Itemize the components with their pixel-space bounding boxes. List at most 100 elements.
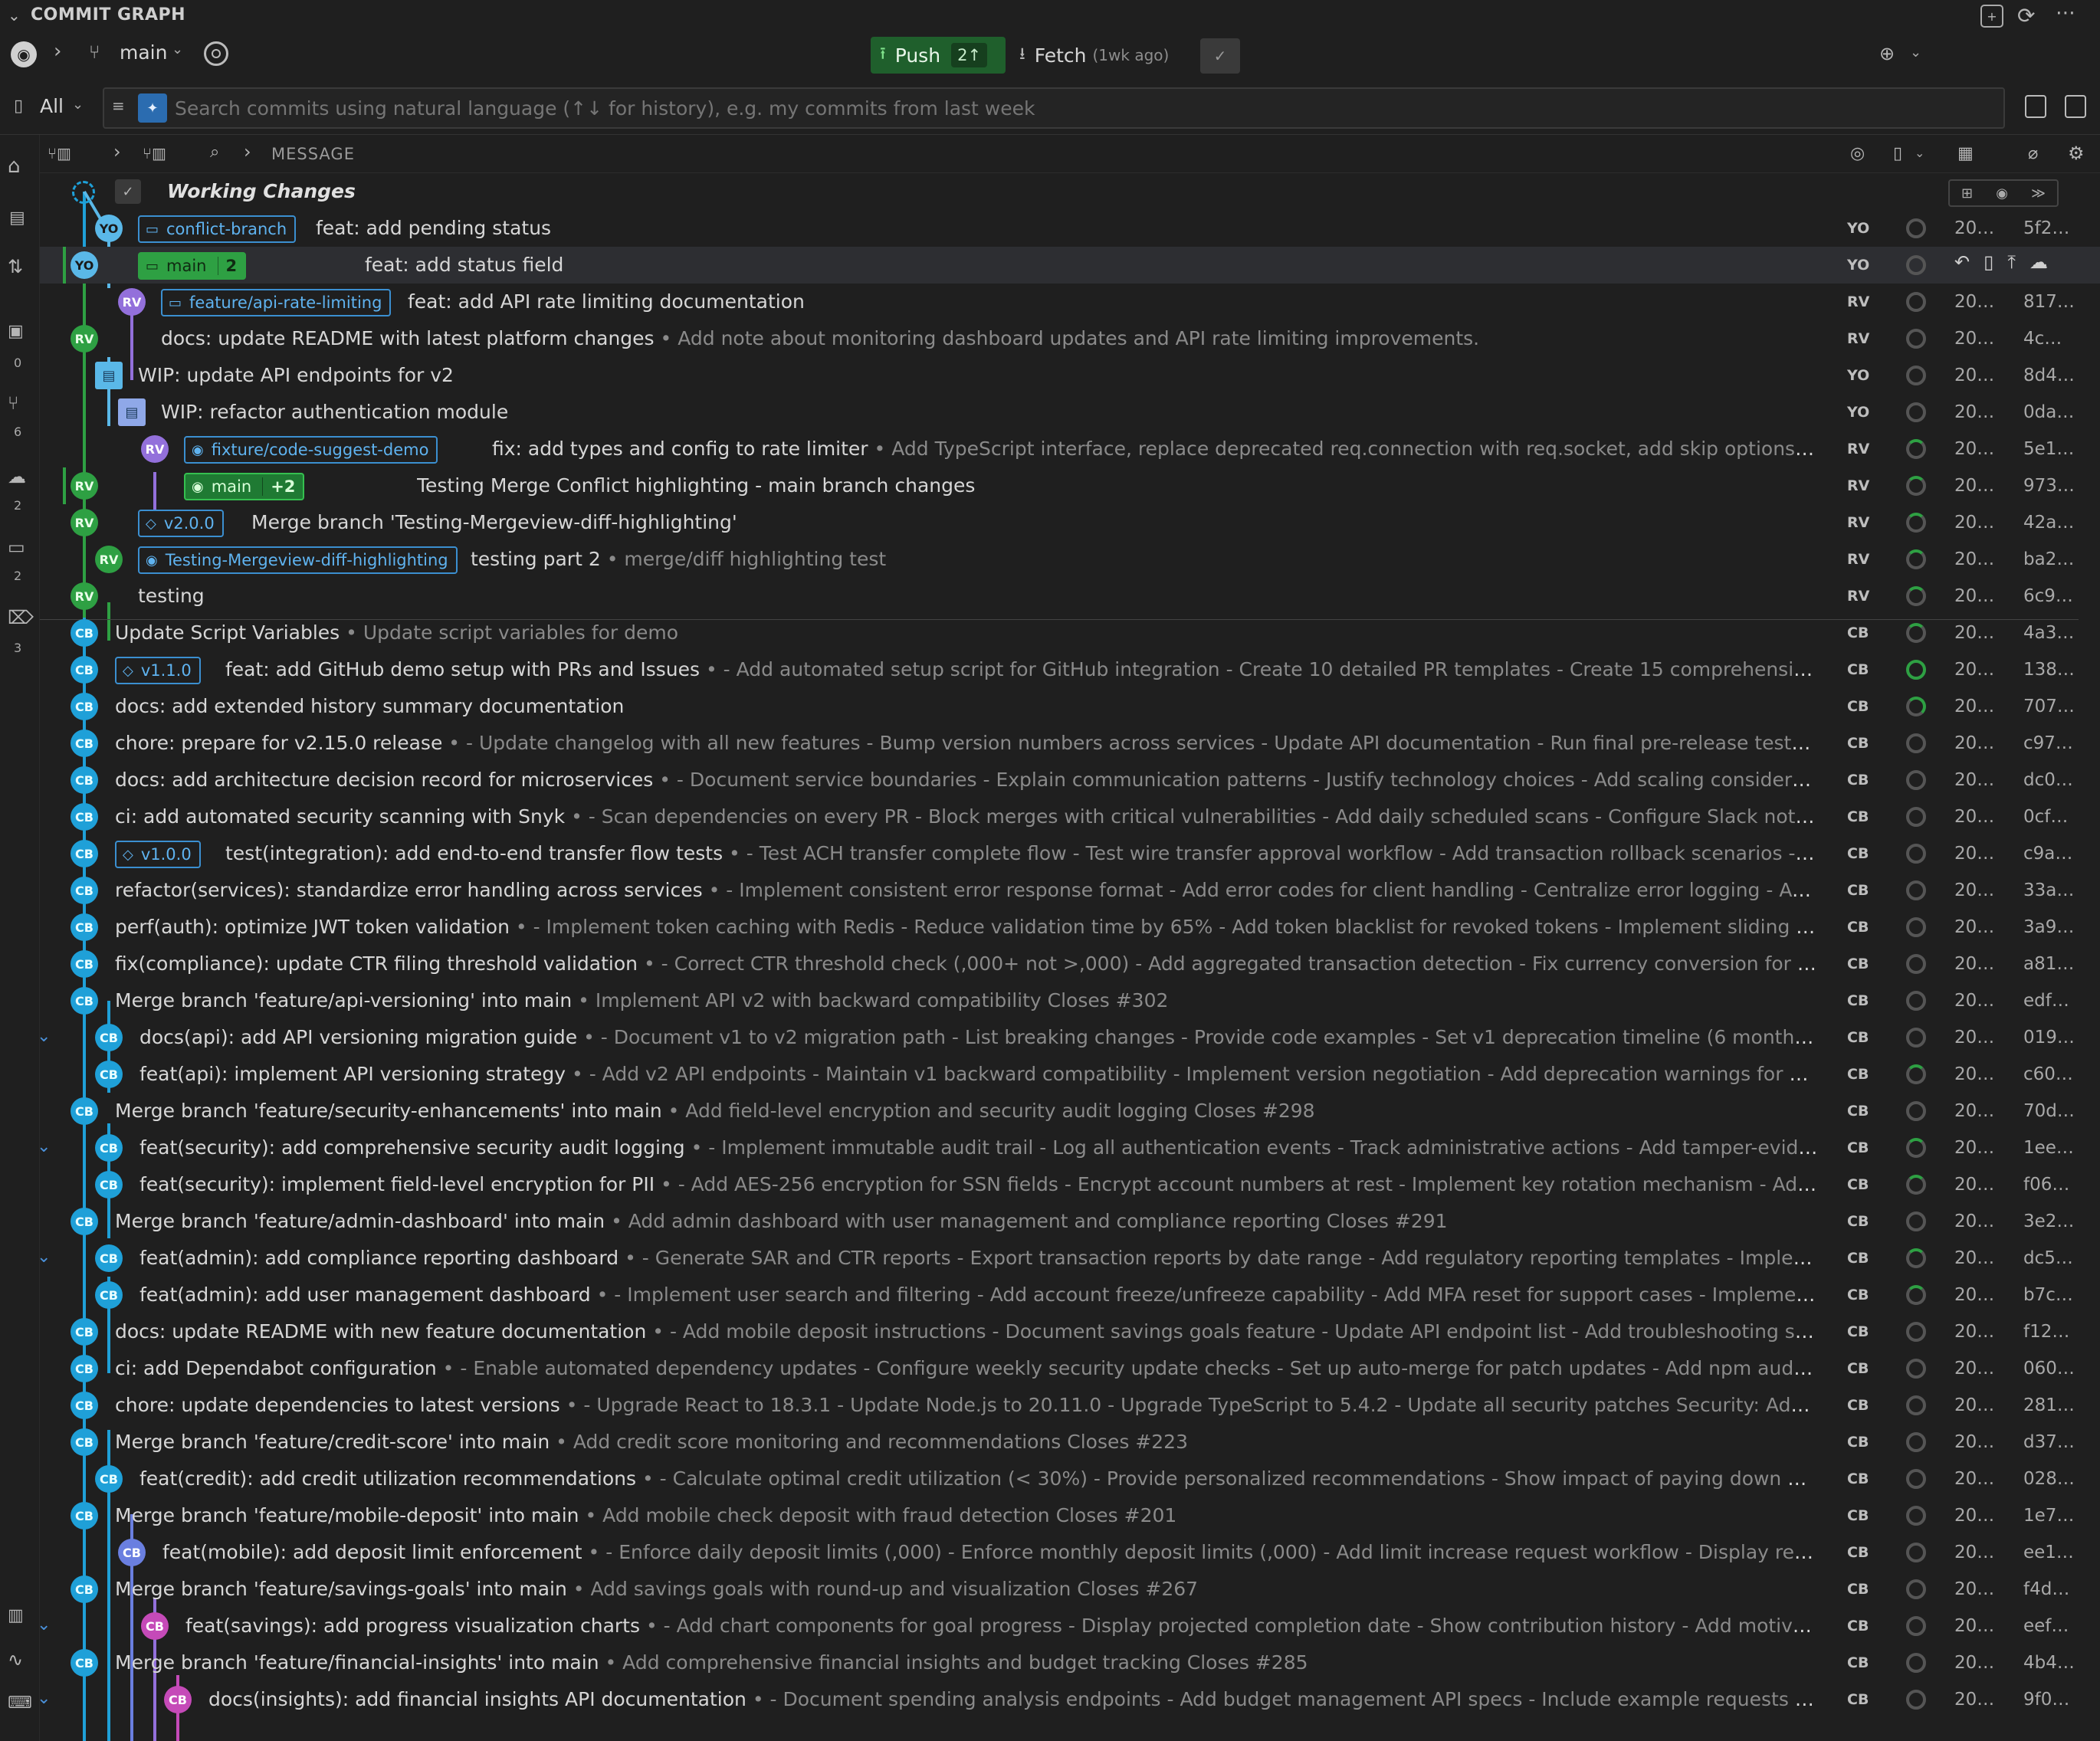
panel-bottom-icon[interactable] bbox=[2065, 95, 2086, 118]
copy-icon[interactable]: ▯ bbox=[1984, 251, 1993, 273]
graph-column-icon[interactable]: ⑂▥ bbox=[48, 144, 71, 162]
commit-node-avatar[interactable]: RV bbox=[95, 546, 123, 573]
repo-icon[interactable]: ▤ bbox=[9, 208, 25, 228]
launchpad-dropdown-icon[interactable]: ⌄ bbox=[1910, 44, 1921, 61]
commit-node-avatar[interactable]: CB bbox=[95, 1465, 123, 1493]
cloud-icon[interactable]: ☁ bbox=[2029, 251, 2048, 273]
commit-row[interactable]: CB chore: update dependencies to latest v… bbox=[40, 1387, 2100, 1424]
commit-row[interactable]: CB feat(mobile): add deposit limit enforc… bbox=[40, 1534, 2100, 1571]
check-button[interactable]: ✓ bbox=[1200, 38, 1240, 74]
commit-row[interactable]: RV ▭ feature/api-rate-limiting feat: add AP… bbox=[40, 284, 2100, 320]
push-up-icon[interactable]: ⤒ bbox=[2007, 251, 2016, 273]
commit-row[interactable]: YO ▭ conflict-branch feat: add pending stat… bbox=[40, 210, 2100, 247]
wip-actions[interactable]: ⊞ ◉ ≫ bbox=[1948, 179, 2059, 207]
commit-node-avatar[interactable]: CB bbox=[95, 1171, 123, 1198]
commit-node-avatar[interactable]: CB bbox=[118, 1539, 146, 1566]
commit-row[interactable]: CB Merge branch 'feature/security-enhance… bbox=[40, 1093, 2100, 1130]
commit-node-avatar[interactable]: CB bbox=[71, 1355, 98, 1382]
commit-node-avatar[interactable]: RV bbox=[71, 325, 98, 352]
columns-icon[interactable]: ▥ bbox=[8, 1606, 24, 1625]
collapse-merge-chevron-icon[interactable]: ⌄ bbox=[37, 1137, 51, 1156]
branches-icon[interactable]: ⑂ bbox=[8, 392, 18, 414]
commit-node-avatar[interactable]: CB bbox=[71, 1649, 98, 1677]
commit-node-avatar[interactable]: RV bbox=[71, 509, 98, 536]
filter-dropdown-icon[interactable]: ⌄ bbox=[72, 97, 84, 113]
branch-tag[interactable]: ▭ main 2 bbox=[138, 252, 247, 280]
commit-node-avatar[interactable]: CB bbox=[71, 1392, 98, 1419]
commit-node-avatar[interactable]: CB bbox=[71, 693, 98, 720]
filter-all[interactable]: All bbox=[40, 95, 64, 117]
collapse-merge-chevron-icon[interactable]: ⌄ bbox=[37, 1027, 51, 1046]
commit-node-avatar[interactable]: CB bbox=[71, 803, 98, 831]
commit-node-avatar[interactable]: CB bbox=[71, 1575, 98, 1603]
commit-row[interactable]: CB docs(insights): add financial insights… bbox=[37, 1681, 2100, 1718]
stash-node-icon[interactable]: ▤ bbox=[118, 398, 146, 426]
commit-node-avatar[interactable]: CB bbox=[71, 730, 98, 757]
commit-node-avatar[interactable]: CB bbox=[71, 1097, 98, 1125]
stash-node-icon[interactable]: ▤ bbox=[95, 362, 123, 389]
new-branch-icon[interactable]: ⊞ bbox=[1961, 185, 1973, 202]
commit-node-avatar[interactable]: CB bbox=[141, 1612, 169, 1640]
commit-node-avatar[interactable]: CB bbox=[95, 1244, 123, 1272]
commit-row[interactable]: CB Merge branch 'feature/financial-insigh… bbox=[40, 1644, 2100, 1681]
search-input-box[interactable]: ≡ ✦ bbox=[103, 87, 2005, 129]
commit-row[interactable]: CB ci: add automated security scanning wi… bbox=[40, 798, 2100, 835]
commit-node-avatar[interactable]: CB bbox=[71, 1502, 98, 1530]
commit-row[interactable]: CB Update Script Variables • Update scrip… bbox=[40, 615, 2100, 651]
branch-tag[interactable]: ◇ v1.1.0 bbox=[115, 657, 201, 684]
stash-icon[interactable]: ▣ bbox=[8, 322, 24, 341]
filter-icon[interactable]: ≡ bbox=[112, 97, 125, 115]
fetch-button[interactable]: ⭳ Fetch (1wk ago) bbox=[1019, 37, 1196, 74]
refresh-icon[interactable]: ⟳ bbox=[2017, 3, 2035, 28]
commit-row[interactable]: CB ◇ v1.1.0 feat: add GitHub demo setup wit… bbox=[40, 651, 2100, 688]
tags-icon[interactable]: ⌦ bbox=[8, 607, 34, 628]
commit-row[interactable]: CB perf(auth): optimize JWT token validat… bbox=[40, 909, 2100, 946]
commit-row[interactable]: CB feat(security): implement field-level … bbox=[40, 1166, 2100, 1203]
author-column-icon[interactable]: ◎ bbox=[1850, 144, 1865, 163]
commit-row[interactable]: CB feat(api): implement API versioning st… bbox=[40, 1056, 2100, 1093]
commit-node-avatar[interactable]: RV bbox=[71, 582, 98, 610]
commit-row[interactable]: CB docs: update README with new feature d… bbox=[40, 1313, 2100, 1350]
commit-row[interactable]: CB feat(savings): add progress visualizat… bbox=[37, 1608, 2100, 1644]
collapse-chevron-icon[interactable]: ⌄ bbox=[8, 6, 21, 25]
ai-search-icon[interactable]: ✦ bbox=[138, 93, 167, 123]
commit-row[interactable]: ▤ WIP: update API endpoints for v2 YO 20… 8d… bbox=[40, 357, 2100, 394]
commit-row[interactable]: RV testing RV 20… 6c9… bbox=[40, 578, 2100, 615]
settings-gear-icon[interactable]: ⚙ bbox=[2068, 143, 2085, 164]
collapse-merge-chevron-icon[interactable]: ⌄ bbox=[37, 1248, 51, 1267]
commit-row[interactable]: RV ◉ Testing-Mergeview-diff-highlighting te… bbox=[40, 541, 2100, 578]
branch-dropdown-icon[interactable]: ⌄ bbox=[172, 41, 183, 57]
branch-tag[interactable]: ◉ fixture/code-suggest-demo bbox=[184, 436, 438, 464]
commit-row[interactable]: CB docs: add architecture decision record… bbox=[40, 762, 2100, 798]
new-window-icon[interactable]: + bbox=[1980, 5, 2003, 28]
commit-row[interactable]: CB feat(admin): add user management dashb… bbox=[40, 1277, 2100, 1313]
keyboard-icon[interactable]: ⌨ bbox=[8, 1693, 32, 1713]
commit-row[interactable]: CB feat(security): add comprehensive secu… bbox=[37, 1130, 2100, 1166]
search-input[interactable] bbox=[175, 93, 1991, 123]
panel-split-icon[interactable] bbox=[2025, 95, 2046, 118]
commit-row[interactable]: RV ◉ fixture/code-suggest-demo fix: add typ… bbox=[40, 431, 2100, 467]
commit-row[interactable]: RV docs: update README with latest platfo… bbox=[40, 320, 2100, 357]
branch-tag[interactable]: ▭ conflict-branch bbox=[138, 215, 297, 243]
activity-icon[interactable]: ∿ bbox=[8, 1649, 23, 1671]
commit-node-avatar[interactable]: CB bbox=[71, 766, 98, 794]
commit-node-avatar[interactable]: CB bbox=[95, 1024, 123, 1051]
commit-node-avatar[interactable]: CB bbox=[95, 1281, 123, 1309]
commit-node-avatar[interactable]: RV bbox=[118, 288, 146, 316]
github-small-icon[interactable]: ◉ bbox=[1996, 185, 2008, 202]
branch-tag[interactable]: ◉ Testing-Mergeview-diff-highlighting bbox=[138, 546, 458, 574]
collapse-merge-chevron-icon[interactable]: ⌄ bbox=[37, 1615, 51, 1634]
commit-row[interactable]: CB fix(compliance): update CTR filing thr… bbox=[40, 946, 2100, 982]
commit-row[interactable]: CB feat(admin): add compliance reporting … bbox=[37, 1240, 2100, 1277]
commit-row[interactable]: CB Merge branch 'feature/savings-goals' i… bbox=[40, 1571, 2100, 1608]
commit-node-avatar[interactable]: RV bbox=[141, 435, 169, 463]
commit-row[interactable]: CB refactor(services): standardize error … bbox=[40, 872, 2100, 909]
commit-node-avatar[interactable]: CB bbox=[71, 913, 98, 941]
launchpad-icon[interactable]: ⊕ bbox=[1879, 43, 1895, 64]
search-icon[interactable]: ⌕ bbox=[210, 143, 219, 162]
branch-tag[interactable]: ◉ main +2 bbox=[184, 473, 305, 500]
commit-node-avatar[interactable]: CB bbox=[71, 987, 98, 1015]
commit-row[interactable]: CB Merge branch 'feature/api-versioning' … bbox=[40, 982, 2100, 1019]
commit-node-avatar[interactable]: CB bbox=[71, 1208, 98, 1235]
branch-column-icon[interactable]: ⑂▥ bbox=[143, 144, 166, 162]
